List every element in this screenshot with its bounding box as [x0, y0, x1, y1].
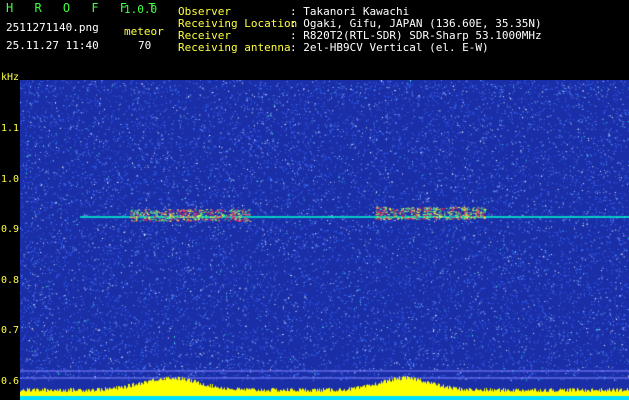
- y-tick-label: 0.8: [1, 274, 20, 286]
- meteor-label: meteor: [124, 25, 164, 38]
- meteor-count: 70: [138, 39, 152, 52]
- antenna-value: : 2el-HB9CV Vertical (el. E-W): [290, 41, 489, 54]
- y-tick-label: 1.0: [1, 173, 20, 185]
- y-tick-label: 0.9: [1, 224, 20, 235]
- y-axis-unit: kHz: [1, 72, 20, 83]
- app-version: 1.0.0: [124, 3, 158, 16]
- file-datetime: 25.11.27 11:40: [6, 39, 99, 52]
- y-tick-label: 1.1: [1, 123, 20, 134]
- spectrogram-canvas: [20, 80, 629, 400]
- antenna-label: Receiving antenna: [178, 41, 291, 54]
- spectrogram: [20, 80, 629, 400]
- y-tick-label: 0.6: [1, 375, 20, 387]
- y-tick-label: 0.7: [1, 325, 20, 336]
- file-name: 2511271140.png: [6, 21, 99, 34]
